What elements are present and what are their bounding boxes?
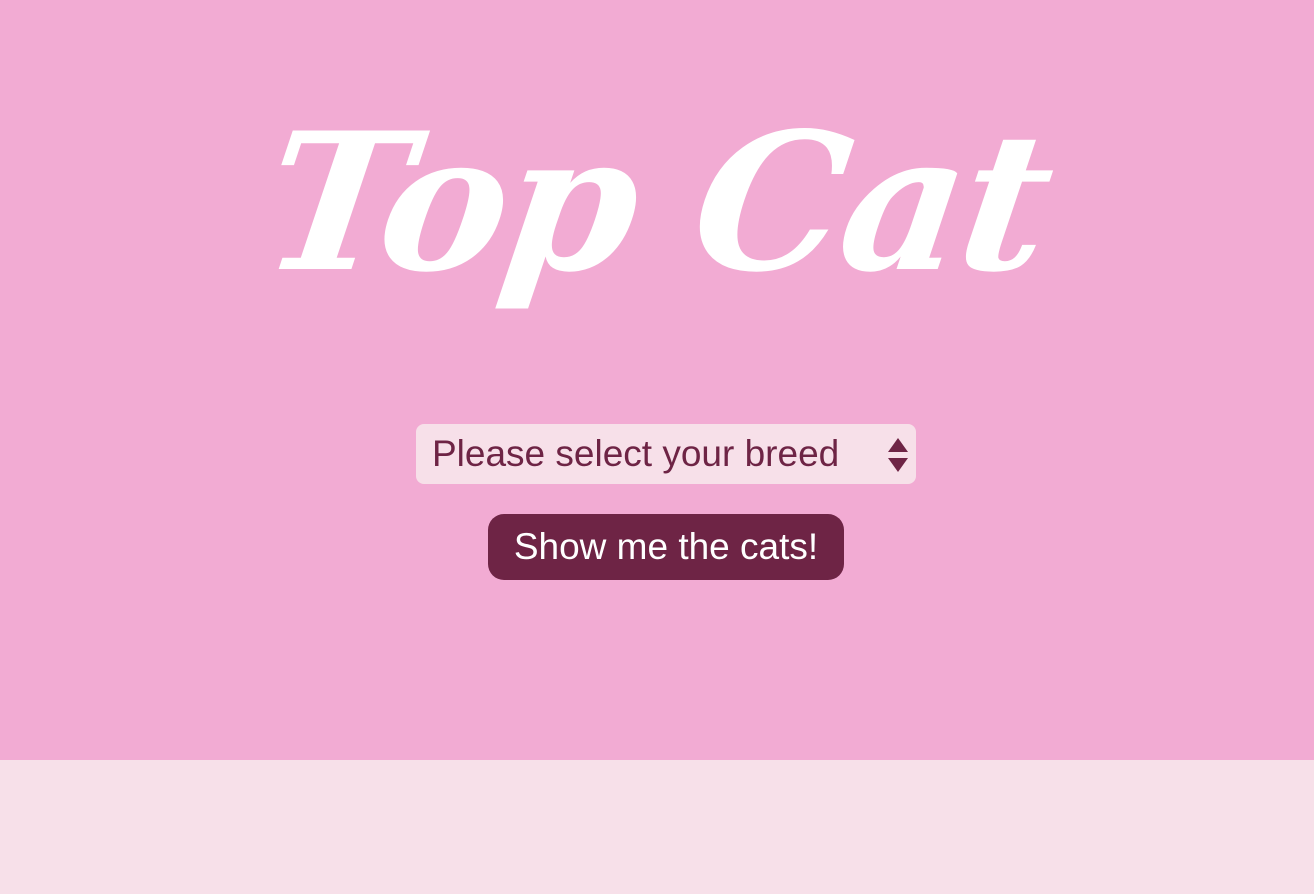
logo-text: Top Cat [251, 91, 1063, 314]
up-down-arrows-icon [888, 438, 908, 472]
breed-select[interactable]: Please select your breed [416, 424, 916, 484]
breed-select-value: Please select your breed [432, 433, 840, 474]
footer [0, 760, 1314, 894]
show-cats-button[interactable]: Show me the cats! [488, 514, 844, 580]
hero-section: Top Cat Please select your breed Show me… [0, 0, 1314, 760]
logo: Top Cat [252, 78, 1063, 328]
